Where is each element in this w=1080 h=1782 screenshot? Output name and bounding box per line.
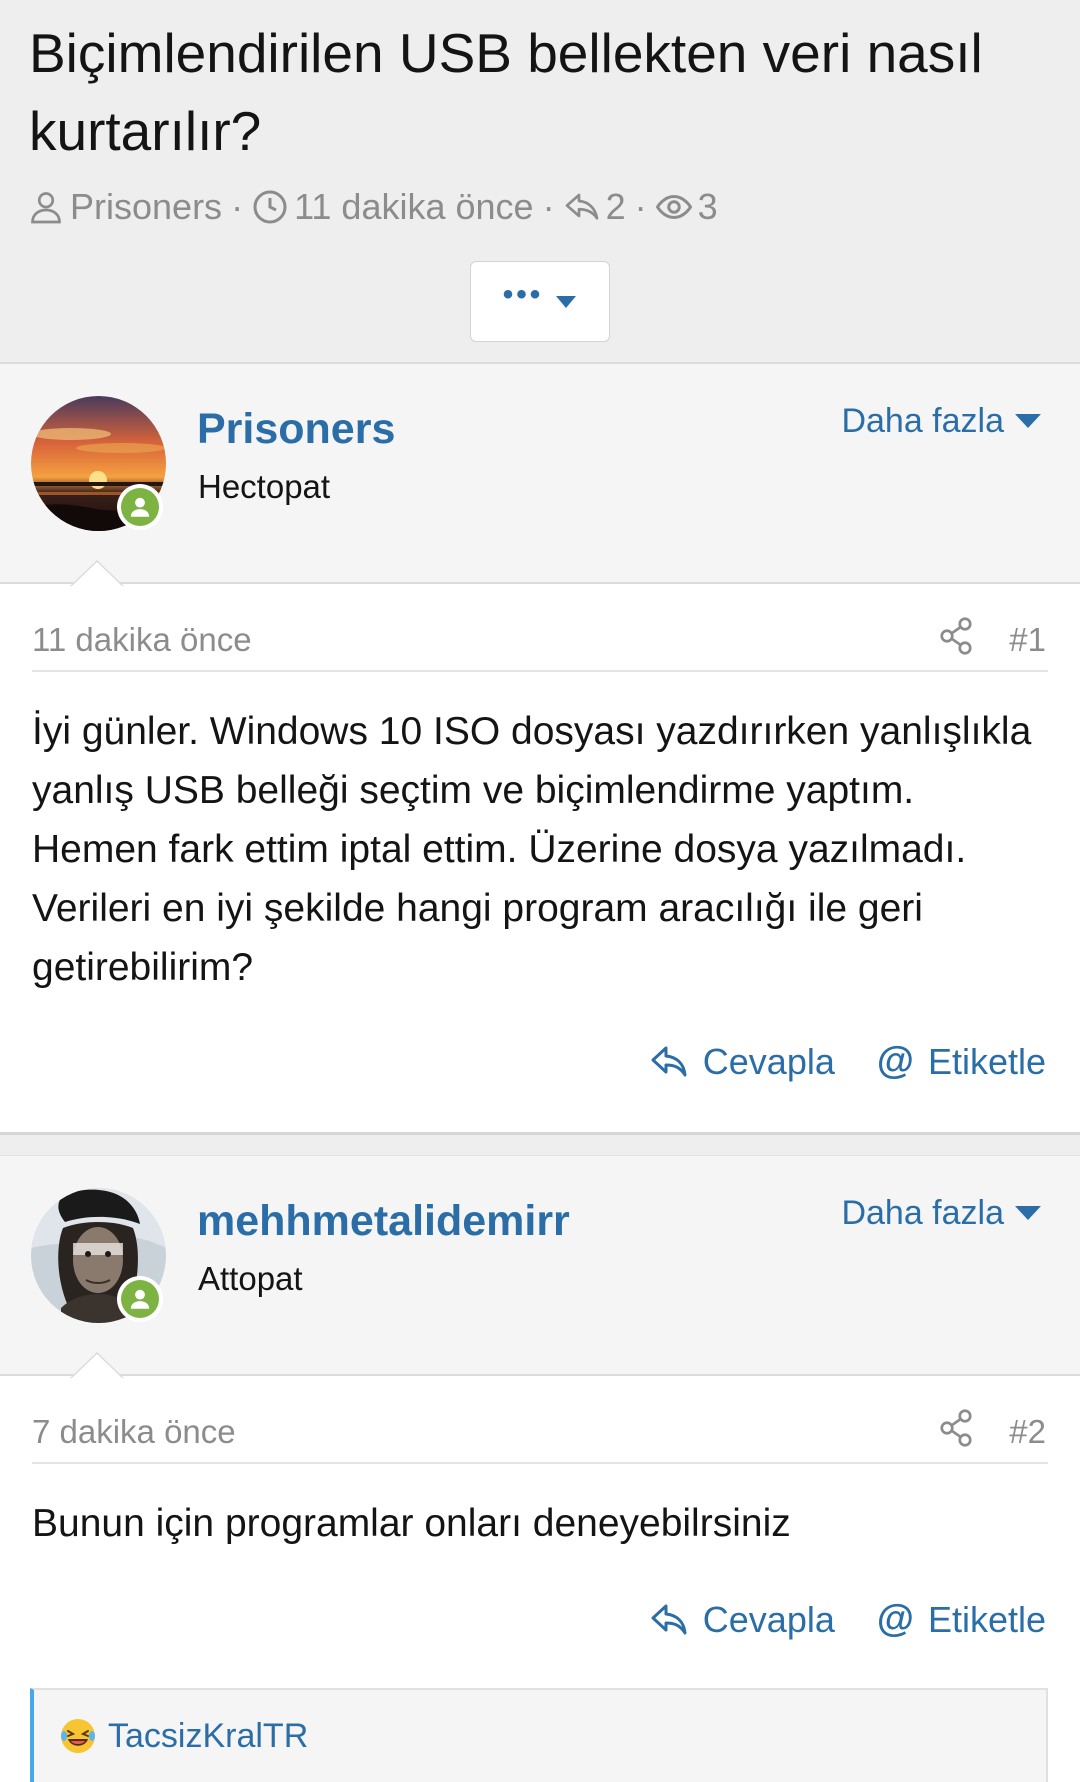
thread-time[interactable]: 11 dakika önce xyxy=(252,186,534,228)
more-label: Daha fazla xyxy=(841,402,1004,440)
reply-button[interactable]: Cevapla xyxy=(649,1041,835,1083)
thread-author[interactable]: Prisoners xyxy=(28,186,222,228)
thread-author-name: Prisoners xyxy=(70,186,223,227)
online-status-badge xyxy=(117,1276,163,1322)
more-label: Daha fazla xyxy=(841,1194,1004,1232)
tag-button[interactable]: @ Etiketle xyxy=(877,1598,1046,1641)
message-pointer xyxy=(70,560,124,586)
post-1: Prisoners Hectopat Daha fazla 11 dakika … xyxy=(0,364,1080,1132)
eye-icon xyxy=(655,194,692,220)
user-icon xyxy=(31,192,61,224)
share-icon[interactable] xyxy=(938,616,974,656)
ellipsis-icon: ••• xyxy=(502,277,544,311)
tag-button[interactable]: @ Etiketle xyxy=(877,1040,1046,1083)
laughing-face-icon xyxy=(61,1719,95,1753)
user-title: Attopat xyxy=(198,1260,303,1297)
post-number-link[interactable]: #2 xyxy=(1009,1410,1046,1454)
post-username[interactable]: mehhmetalidemirr xyxy=(197,1190,570,1252)
post-actions: Cevapla @ Etiketle xyxy=(649,1598,1046,1641)
post-date[interactable]: 7 dakika önce xyxy=(32,1410,236,1454)
online-status-badge xyxy=(117,484,163,530)
clock-icon xyxy=(253,190,287,224)
thread-meta: Prisoners · 11 dakika önce · 2 · 3 xyxy=(28,184,718,230)
meta-separator: · xyxy=(542,186,555,227)
post-body: Bunun için programlar onları deneyebilrs… xyxy=(32,1502,791,1545)
reply-count: 2 xyxy=(605,186,626,227)
thread-views: 3 xyxy=(655,186,718,228)
post-divider xyxy=(0,1132,1080,1156)
post-body: İyi günler. Windows 10 ISO dosyası yazdı… xyxy=(32,710,1032,989)
thread-time-text: 11 dakika önce xyxy=(294,186,534,227)
more-dropdown[interactable]: Daha fazla xyxy=(841,392,1042,450)
reply-label: Cevapla xyxy=(702,1598,835,1640)
post-user-header: mehhmetalidemirr Attopat Daha fazla xyxy=(0,1156,1080,1378)
thread-replies: 2 xyxy=(564,186,626,228)
post-user-header: Prisoners Hectopat Daha fazla xyxy=(0,364,1080,586)
thread-tools-menu-button[interactable]: ••• xyxy=(470,261,610,342)
reaction-username[interactable]: TacsizKralTR xyxy=(108,1717,308,1756)
caret-down-icon xyxy=(1015,1206,1041,1220)
tag-label: Etiketle xyxy=(927,1598,1046,1640)
reactions-bar[interactable]: TacsizKralTR xyxy=(30,1688,1048,1782)
online-user-icon xyxy=(130,497,150,517)
meta-separator: · xyxy=(634,186,647,227)
reply-icon xyxy=(651,1604,687,1634)
online-user-icon xyxy=(130,1289,150,1309)
meta-separator: · xyxy=(231,186,244,227)
post-meta: 7 dakika önce #2 xyxy=(32,1408,1048,1464)
reply-label: Cevapla xyxy=(702,1040,835,1082)
reply-icon xyxy=(565,193,598,220)
caret-down-icon xyxy=(556,295,577,308)
post-number-link[interactable]: #1 xyxy=(1009,618,1046,662)
tag-label: Etiketle xyxy=(927,1040,1046,1082)
message-pointer xyxy=(70,1352,124,1378)
thread-title: Biçimlendirilen USB bellekten veri nasıl… xyxy=(29,22,983,162)
view-count: 3 xyxy=(697,186,718,227)
at-icon: @ xyxy=(876,1040,914,1082)
at-icon: @ xyxy=(876,1598,914,1640)
user-title: Hectopat xyxy=(198,468,331,505)
post-actions: Cevapla @ Etiketle xyxy=(649,1040,1046,1083)
thread-header: Biçimlendirilen USB bellekten veri nasıl… xyxy=(0,0,1080,364)
reply-icon xyxy=(651,1046,687,1076)
post-username[interactable]: Prisoners xyxy=(197,398,395,460)
reply-button[interactable]: Cevapla xyxy=(649,1599,835,1641)
share-icon[interactable] xyxy=(938,1408,974,1448)
more-dropdown[interactable]: Daha fazla xyxy=(841,1184,1042,1242)
post-date[interactable]: 11 dakika önce xyxy=(32,618,252,662)
caret-down-icon xyxy=(1015,414,1041,428)
post-meta: 11 dakika önce #1 xyxy=(32,616,1048,672)
